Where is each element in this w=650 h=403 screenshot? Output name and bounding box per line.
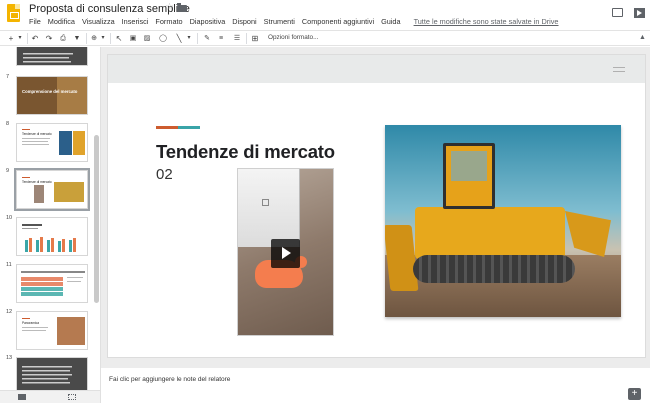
- save-status-link[interactable]: Tutte le modifiche sono state salvate in…: [414, 17, 559, 29]
- menu-strumenti[interactable]: Strumenti: [264, 17, 295, 29]
- speaker-notes-placeholder[interactable]: Fai clic per aggiungere le note del rela…: [109, 376, 230, 383]
- folder-icon[interactable]: [177, 3, 187, 12]
- image-icon[interactable]: ▨: [142, 33, 152, 44]
- play-icon[interactable]: [271, 239, 300, 268]
- present-icon[interactable]: [634, 8, 645, 18]
- menu-disponi[interactable]: Disponi: [232, 17, 256, 29]
- slide-thumbnail-9-title: Tendenze di mercato: [22, 180, 52, 184]
- add-icon[interactable]: +: [6, 33, 16, 44]
- paint-format-icon[interactable]: ▼: [72, 33, 82, 44]
- collapse-icon[interactable]: ▲: [639, 34, 646, 41]
- slide-thumbnail-8[interactable]: Tendenze di mercato: [16, 123, 88, 162]
- slide-thumbnail-6[interactable]: [16, 47, 88, 66]
- format-options-button[interactable]: Opzioni formato...: [268, 34, 318, 41]
- shape-icon[interactable]: ◯: [158, 33, 168, 44]
- slide-thumbnail-9-content: Tendenze di mercato: [22, 177, 84, 203]
- menu-formato[interactable]: Formato: [155, 17, 182, 29]
- add-dropdown-icon[interactable]: ▾: [17, 33, 23, 44]
- slide-canvas-area: Tendenze di mercato 02: [101, 47, 650, 365]
- list-icon[interactable]: ☰: [232, 33, 242, 44]
- slide-thumbnail-7-title: Comprensione del mercato: [22, 89, 78, 94]
- filmstrip-view-icon[interactable]: [18, 394, 26, 400]
- line-dropdown-icon[interactable]: ▾: [186, 33, 192, 44]
- slide-section-number[interactable]: 02: [156, 166, 173, 183]
- filmstrip-footer: [0, 390, 100, 403]
- toolbar-divider: [86, 33, 87, 44]
- menu-modifica[interactable]: Modifica: [48, 17, 75, 29]
- dozer-cab: [443, 143, 495, 209]
- dozer-track: [413, 255, 575, 283]
- slide-number-12: 12: [6, 309, 13, 315]
- filmstrip-scrollbar[interactable]: [94, 135, 99, 303]
- pen-icon[interactable]: ✎: [202, 33, 212, 44]
- slide-thumbnail-8-content: Tendenze di mercato: [22, 129, 85, 155]
- slide-thumbnail-7[interactable]: Comprensione del mercato: [16, 76, 88, 115]
- slide-thumbnail-12[interactable]: Panoramica: [16, 311, 88, 350]
- slide-number-10: 10: [6, 215, 13, 221]
- slide-thumbnail-11-content: [21, 271, 85, 296]
- print-icon[interactable]: ⎙: [58, 33, 68, 44]
- slide-thumbnail-10[interactable]: [16, 217, 88, 256]
- undo-icon[interactable]: ↶: [30, 33, 40, 44]
- slide-title[interactable]: Tendenze di mercato: [156, 141, 335, 163]
- dozer-body: [415, 207, 565, 259]
- current-slide[interactable]: Tendenze di mercato 02: [108, 55, 645, 357]
- slide-number-7: 7: [6, 74, 10, 80]
- menubar: File Modifica Visualizza Inserisci Forma…: [29, 17, 559, 29]
- slide-thumbnail-7-content: Comprensione del mercato: [17, 77, 87, 114]
- video-cabinet: [238, 169, 300, 247]
- zoom-icon[interactable]: ⊕: [89, 33, 99, 44]
- slide-menu-icon: [613, 67, 625, 72]
- slide-number-8: 8: [6, 121, 10, 127]
- textbox-icon[interactable]: ▣: [128, 33, 138, 44]
- menu-visualizza[interactable]: Visualizza: [82, 17, 115, 29]
- explore-icon[interactable]: +: [628, 388, 641, 400]
- menu-guida[interactable]: Guida: [381, 17, 400, 29]
- speaker-notes[interactable]: Fai clic per aggiungere le note del rela…: [101, 368, 650, 403]
- zoom-dropdown-icon[interactable]: ▾: [100, 33, 106, 44]
- toolbar-divider: [110, 33, 111, 44]
- menu-componenti-aggiuntivi[interactable]: Componenti aggiuntivi: [302, 17, 374, 29]
- toolbar-divider: [197, 33, 198, 44]
- menu-file[interactable]: File: [29, 17, 41, 29]
- comment-add-icon[interactable]: ⊞: [250, 33, 260, 44]
- slide-thumbnail-11[interactable]: [16, 264, 88, 303]
- toolbar-divider: [27, 33, 28, 44]
- menu-inserisci[interactable]: Inserisci: [122, 17, 149, 29]
- slide-number-9: 9: [6, 168, 10, 174]
- slide-thumbnail-8-title: Tendenze di mercato: [22, 132, 52, 136]
- slide-thumbnail-9-selected[interactable]: Tendenze di mercato: [14, 168, 90, 211]
- line-icon[interactable]: ╲: [174, 33, 184, 44]
- bulldozer-image[interactable]: [385, 125, 621, 317]
- align-icon[interactable]: ≡: [216, 33, 226, 44]
- redo-icon[interactable]: ↷: [44, 33, 54, 44]
- slide-header-band: [108, 55, 645, 83]
- embedded-video[interactable]: [237, 168, 334, 336]
- comment-icon[interactable]: [612, 8, 623, 17]
- slides-logo-icon[interactable]: [7, 4, 20, 22]
- accent-line: [156, 126, 200, 129]
- menu-diapositiva[interactable]: Diapositiva: [190, 17, 226, 29]
- toolbar: + ▾ ↶ ↷ ⎙ ▼ ⊕ ▾ ↖ ▣ ▨ ◯ ╲ ▾ ✎ ≡ ☰ ⊞ Opzi…: [0, 30, 650, 46]
- grid-view-icon[interactable]: [68, 394, 76, 400]
- app-header: Proposta di consulenza semplice ☆ File M…: [0, 0, 650, 30]
- slide-thumbnail-10-content: [22, 224, 76, 252]
- star-icon[interactable]: ☆: [165, 2, 174, 13]
- slide-thumbnail-12-title: Panoramica: [22, 321, 39, 325]
- slide-thumbnail-6-content: [23, 53, 73, 63]
- slide-filmstrip: 7 Comprensione del mercato 8 Tendenze di…: [0, 47, 101, 403]
- select-icon[interactable]: ↖: [114, 33, 124, 44]
- toolbar-divider: [246, 33, 247, 44]
- slide-number-11: 11: [6, 262, 12, 268]
- slide-thumbnail-12-content: Panoramica: [22, 317, 85, 345]
- slide-number-13: 13: [6, 355, 13, 361]
